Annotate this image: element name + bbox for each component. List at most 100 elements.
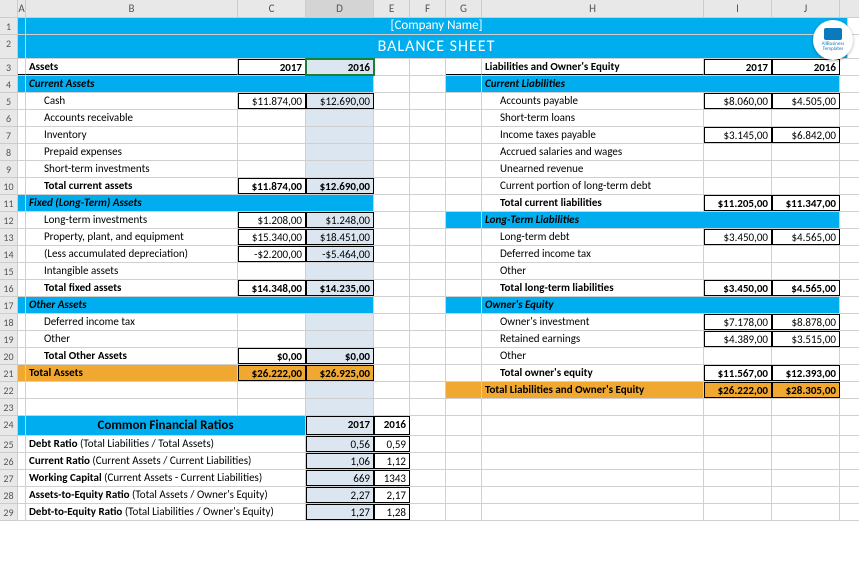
row-27[interactable]: 27 bbox=[0, 470, 18, 487]
row-9[interactable]: 9 bbox=[0, 161, 18, 178]
toa-2017: $0,00 bbox=[238, 348, 306, 364]
lti-2017[interactable]: $1.208,00 bbox=[238, 212, 306, 228]
row-28[interactable]: 28 bbox=[0, 487, 18, 504]
itp-2017[interactable]: $3.145,00 bbox=[704, 127, 772, 143]
tcl-2016: $11.347,00 bbox=[772, 195, 840, 211]
toe-2017: $11.567,00 bbox=[704, 365, 772, 381]
ratios-header: Common Financial Ratios bbox=[26, 416, 306, 435]
itp-label: Income taxes payable bbox=[482, 127, 704, 143]
col-G[interactable]: G bbox=[446, 0, 482, 17]
tca-label: Total current assets bbox=[26, 178, 238, 194]
ltd-2017[interactable]: $3.450,00 bbox=[704, 229, 772, 245]
year-2016-right: 2016 bbox=[772, 59, 840, 75]
row-18[interactable]: 18 bbox=[0, 314, 18, 331]
row-10[interactable]: 10 bbox=[0, 178, 18, 195]
prepaid-label: Prepaid expenses bbox=[26, 144, 238, 160]
ratio-y2: 2016 bbox=[374, 416, 410, 435]
year-2017-right: 2017 bbox=[704, 59, 772, 75]
tltl-2016: $4.565,00 bbox=[772, 280, 840, 296]
ppe-2017[interactable]: $15.340,00 bbox=[238, 229, 306, 245]
ratio-formula-0: (Total Liabilities / Total Assets) bbox=[78, 437, 214, 450]
col-H[interactable]: H bbox=[482, 0, 704, 17]
row-19[interactable]: 19 bbox=[0, 331, 18, 348]
ltd-2016[interactable]: $4.565,00 bbox=[772, 229, 840, 245]
current-assets-section: Current Assets bbox=[26, 76, 374, 92]
corner-cell[interactable] bbox=[0, 0, 18, 17]
col-B[interactable]: B bbox=[26, 0, 238, 17]
row-25[interactable]: 25 bbox=[0, 436, 18, 453]
row-2[interactable]: 2 bbox=[0, 35, 18, 59]
row-3[interactable]: 3 bbox=[0, 59, 18, 76]
oi-2016[interactable]: $8.878,00 bbox=[772, 314, 840, 330]
row-4[interactable]: 4 bbox=[0, 76, 18, 93]
logo-badge: AllBusiness Templates bbox=[813, 20, 853, 60]
col-A[interactable]: A bbox=[18, 0, 26, 17]
company-name: [Company Name] bbox=[26, 18, 848, 34]
row-8[interactable]: 8 bbox=[0, 144, 18, 161]
row-15[interactable]: 15 bbox=[0, 263, 18, 280]
row-1[interactable]: 1 bbox=[0, 18, 18, 35]
lti-label: Long-term investments bbox=[26, 212, 238, 228]
row-14[interactable]: 14 bbox=[0, 246, 18, 263]
row-21[interactable]: 21 bbox=[0, 365, 18, 382]
dep-2016[interactable]: -$5.464,00 bbox=[306, 246, 374, 262]
tca-2016: $12.690,00 bbox=[306, 178, 374, 194]
asw-label: Accrued salaries and wages bbox=[482, 144, 704, 160]
row-11[interactable]: 11 bbox=[0, 195, 18, 212]
current-liab-section: Current Liabilities bbox=[482, 76, 840, 92]
spreadsheet: A B C D E F G H I J 12345678910111213141… bbox=[0, 0, 859, 521]
ratio-name-0: Debt Ratio bbox=[29, 437, 78, 450]
row-20[interactable]: 20 bbox=[0, 348, 18, 365]
oi-2017[interactable]: $7.178,00 bbox=[704, 314, 772, 330]
ratio-3-2016: 2,17 bbox=[374, 487, 410, 503]
total-le-2017: $26.222,00 bbox=[704, 382, 772, 398]
ratio-4-2017: 1,27 bbox=[306, 504, 374, 520]
assets-header: Assets bbox=[26, 59, 238, 75]
cash-2016[interactable]: $12.690,00 bbox=[306, 93, 374, 109]
column-headers: A B C D E F G H I J bbox=[0, 0, 859, 18]
row-26[interactable]: 26 bbox=[0, 453, 18, 470]
ratio-name-2: Working Capital bbox=[29, 471, 102, 484]
tca-2017: $11.874,00 bbox=[238, 178, 306, 194]
row-29[interactable]: 29 bbox=[0, 504, 18, 521]
other-assets-section: Other Assets bbox=[26, 297, 374, 313]
tfa-2017: $14.348,00 bbox=[238, 280, 306, 296]
ppe-2016[interactable]: $18.451,00 bbox=[306, 229, 374, 245]
col-I[interactable]: I bbox=[704, 0, 772, 17]
oi-label: Owner's investment bbox=[482, 314, 704, 330]
row-7[interactable]: 7 bbox=[0, 127, 18, 144]
col-E[interactable]: E bbox=[374, 0, 410, 17]
cash-label: Cash bbox=[26, 93, 238, 109]
row-6[interactable]: 6 bbox=[0, 110, 18, 127]
total-le-2016: $28.305,00 bbox=[772, 382, 840, 398]
dep-2017[interactable]: -$2.200,00 bbox=[238, 246, 306, 262]
tltl-label: Total long-term liabilities bbox=[482, 280, 704, 296]
itp-2016[interactable]: $6.842,00 bbox=[772, 127, 840, 143]
row-12[interactable]: 12 bbox=[0, 212, 18, 229]
col-C[interactable]: C bbox=[238, 0, 306, 17]
cash-2017[interactable]: $11.874,00 bbox=[238, 93, 306, 109]
row-headers: 1234567891011121314151617181920212223242… bbox=[0, 18, 18, 521]
ltd-label: Long-term debt bbox=[482, 229, 704, 245]
col-D[interactable]: D bbox=[306, 0, 374, 17]
grid[interactable]: AllBusiness Templates [Company Name] BAL… bbox=[18, 18, 859, 521]
col-F[interactable]: F bbox=[410, 0, 446, 17]
ratio-formula-4: (Total Liabilities / Owner's Equity) bbox=[122, 505, 273, 518]
row-13[interactable]: 13 bbox=[0, 229, 18, 246]
ratio-1-2016: 1,12 bbox=[374, 453, 410, 469]
stl-label: Short-term loans bbox=[482, 110, 704, 126]
re-2016[interactable]: $3.515,00 bbox=[772, 331, 840, 347]
row-16[interactable]: 16 bbox=[0, 280, 18, 297]
row-23[interactable]: 23 bbox=[0, 399, 18, 416]
col-J[interactable]: J bbox=[772, 0, 840, 17]
ap-2016[interactable]: $4.505,00 bbox=[772, 93, 840, 109]
row-17[interactable]: 17 bbox=[0, 297, 18, 314]
tcl-label: Total current liabilities bbox=[482, 195, 704, 211]
row-5[interactable]: 5 bbox=[0, 93, 18, 110]
lti-2016[interactable]: $1.248,00 bbox=[306, 212, 374, 228]
row-22[interactable]: 22 bbox=[0, 382, 18, 399]
re-2017[interactable]: $4.389,00 bbox=[704, 331, 772, 347]
toa-label: Total Other Assets bbox=[26, 348, 238, 364]
ap-2017[interactable]: $8.060,00 bbox=[704, 93, 772, 109]
row-24[interactable]: 24 bbox=[0, 416, 18, 436]
